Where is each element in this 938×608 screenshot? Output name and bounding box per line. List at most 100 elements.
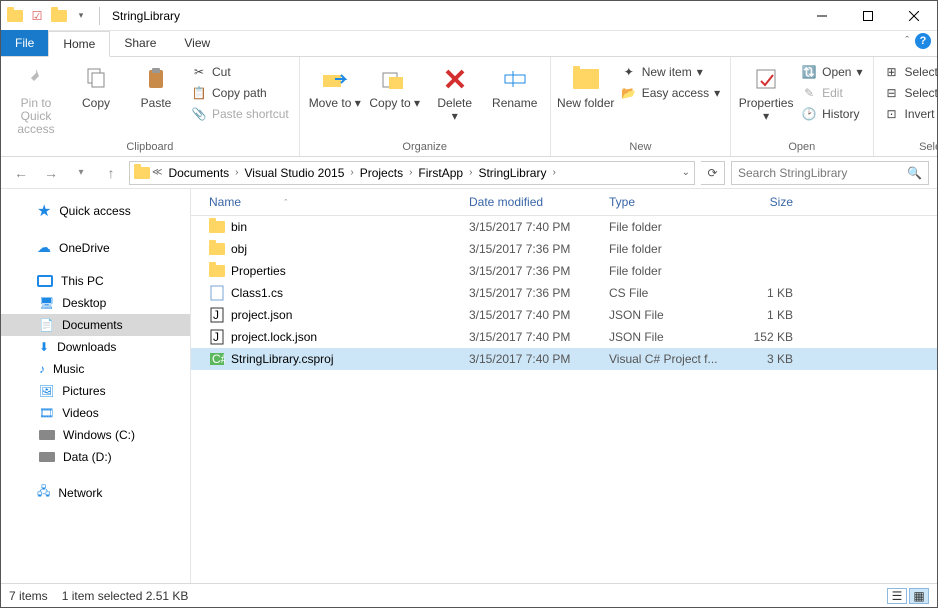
group-select: ⊞Select all ⊟Select none ⊡Invert selecti… (874, 57, 938, 156)
tab-file[interactable]: File (1, 30, 48, 56)
select-none-button[interactable]: ⊟Select none (880, 84, 938, 102)
search-input[interactable]: Search StringLibrary 🔍 (731, 161, 929, 185)
details-view-button[interactable]: ☰ (887, 588, 907, 604)
crumb[interactable]: Documents (164, 166, 233, 180)
videos-icon: 🎞 (39, 406, 54, 420)
nav-downloads[interactable]: ⬇Downloads (1, 336, 190, 358)
qat-dropdown-icon[interactable]: ▾ (73, 8, 89, 24)
properties-button[interactable]: Properties▾ (737, 59, 795, 123)
copy-path-icon: 📋 (191, 85, 207, 101)
chevron-right-icon[interactable]: › (233, 167, 240, 178)
crumb[interactable]: FirstApp (414, 166, 467, 180)
edit-button[interactable]: ✎Edit (797, 84, 866, 102)
nav-network[interactable]: 🖧Network (1, 478, 190, 507)
pin-quick-access-button[interactable]: Pin to Quick access (7, 59, 65, 137)
nav-desktop[interactable]: 🖥Desktop (1, 292, 190, 314)
ribbon: Pin to Quick access Copy Paste ✂Cut 📋Cop… (1, 57, 937, 157)
crumb[interactable]: Visual Studio 2015 (241, 166, 349, 180)
breadcrumb-dropdown-icon[interactable]: ⌄ (682, 167, 690, 178)
cut-button[interactable]: ✂Cut (187, 63, 293, 81)
maximize-button[interactable] (845, 1, 891, 31)
tab-view[interactable]: View (170, 30, 224, 56)
nav-onedrive[interactable]: ☁OneDrive (1, 235, 190, 260)
select-all-button[interactable]: ⊞Select all (880, 63, 938, 81)
copy-path-button[interactable]: 📋Copy path (187, 84, 293, 102)
network-icon: 🖧 (37, 482, 50, 503)
up-button[interactable]: ↑ (99, 161, 123, 185)
new-item-button[interactable]: ✦New item ▾ (617, 63, 724, 81)
chevron-right-icon[interactable]: › (550, 167, 557, 178)
properties-icon (750, 63, 782, 95)
crumb[interactable]: StringLibrary (474, 166, 550, 180)
paste-button[interactable]: Paste (127, 59, 185, 110)
invert-selection-icon: ⊡ (884, 106, 900, 122)
recent-locations-button[interactable]: ▾ (69, 161, 93, 185)
column-headers: Name ˆ Date modified Type Size (191, 189, 937, 216)
address-bar: ← → ▾ ↑ ≪ Documents› Visual Studio 2015›… (1, 157, 937, 189)
nav-videos[interactable]: 🎞Videos (1, 402, 190, 424)
col-date[interactable]: Date modified (461, 189, 601, 215)
qat-newfolder-icon[interactable] (51, 8, 67, 24)
documents-icon: 📄 (39, 318, 54, 332)
nav-documents[interactable]: 📄Documents (1, 314, 190, 336)
minimize-button[interactable] (799, 1, 845, 31)
tab-share[interactable]: Share (110, 30, 170, 56)
tab-home[interactable]: Home (48, 31, 110, 57)
file-row[interactable]: C#StringLibrary.csproj3/15/2017 7:40 PMV… (191, 348, 937, 370)
file-name: bin (231, 220, 247, 234)
new-folder-button[interactable]: New folder (557, 59, 615, 110)
nav-drive-d[interactable]: Data (D:) (1, 446, 190, 468)
search-icon[interactable]: 🔍 (907, 166, 922, 180)
col-size[interactable]: Size (731, 189, 811, 215)
crumb[interactable]: Projects (356, 166, 407, 180)
file-list: Name ˆ Date modified Type Size bin3/15/2… (191, 189, 937, 583)
history-button[interactable]: 🕑History (797, 105, 866, 123)
status-selection: 1 item selected 2.51 KB (62, 589, 189, 603)
col-name[interactable]: Name ˆ (191, 189, 461, 215)
close-button[interactable] (891, 1, 937, 31)
invert-selection-button[interactable]: ⊡Invert selection (880, 105, 938, 123)
easy-access-button[interactable]: 📂Easy access ▾ (617, 84, 724, 102)
chevron-right-icon[interactable]: › (407, 167, 414, 178)
move-to-button[interactable]: Move to ▾ (306, 59, 364, 110)
nav-quick-access[interactable]: ★Quick access (1, 197, 190, 225)
group-organize: Move to ▾ Copy to ▾ Delete▾ Rename Organ… (300, 57, 551, 156)
file-icon (209, 241, 225, 257)
chevron-right-icon[interactable]: › (467, 167, 474, 178)
nav-this-pc[interactable]: This PC (1, 270, 190, 292)
back-button[interactable]: ← (9, 161, 33, 185)
app-folder-icon (7, 8, 23, 24)
cloud-icon: ☁ (37, 239, 51, 256)
large-icons-view-button[interactable]: ▦ (909, 588, 929, 604)
copy-to-button[interactable]: Copy to ▾ (366, 59, 424, 110)
move-to-icon (319, 63, 351, 95)
forward-button[interactable]: → (39, 161, 63, 185)
select-all-icon: ⊞ (884, 64, 900, 80)
pin-icon (20, 63, 52, 95)
ribbon-collapse-icon[interactable]: ˆ (905, 35, 909, 47)
paste-shortcut-button[interactable]: 📎Paste shortcut (187, 105, 293, 123)
group-clipboard: Pin to Quick access Copy Paste ✂Cut 📋Cop… (1, 57, 300, 156)
delete-button[interactable]: Delete▾ (426, 59, 484, 123)
refresh-button[interactable]: ⟳ (701, 161, 725, 185)
rename-button[interactable]: Rename (486, 59, 544, 110)
star-icon: ★ (37, 201, 51, 221)
nav-music[interactable]: ♪Music (1, 358, 190, 380)
qat-properties-icon[interactable]: ☑ (29, 8, 45, 24)
nav-pictures[interactable]: 🖼Pictures (1, 380, 190, 402)
nav-drive-c[interactable]: Windows (C:) (1, 424, 190, 446)
file-name: project.json (231, 308, 292, 322)
ribbon-tabs: File Home Share View ˆ ? (1, 31, 937, 57)
chevron-right-icon[interactable]: › (348, 167, 355, 178)
file-type: Visual C# Project f... (601, 346, 731, 372)
new-item-icon: ✦ (621, 64, 637, 80)
col-type[interactable]: Type (601, 189, 731, 215)
file-icon (209, 263, 225, 279)
file-icon: J (209, 329, 225, 345)
copy-button[interactable]: Copy (67, 59, 125, 110)
chevron-left-icon[interactable]: ≪ (150, 167, 164, 178)
open-button[interactable]: 🔃Open ▾ (797, 63, 866, 81)
breadcrumb[interactable]: ≪ Documents› Visual Studio 2015› Project… (129, 161, 695, 185)
help-icon[interactable]: ? (915, 33, 931, 49)
file-icon (209, 219, 225, 235)
